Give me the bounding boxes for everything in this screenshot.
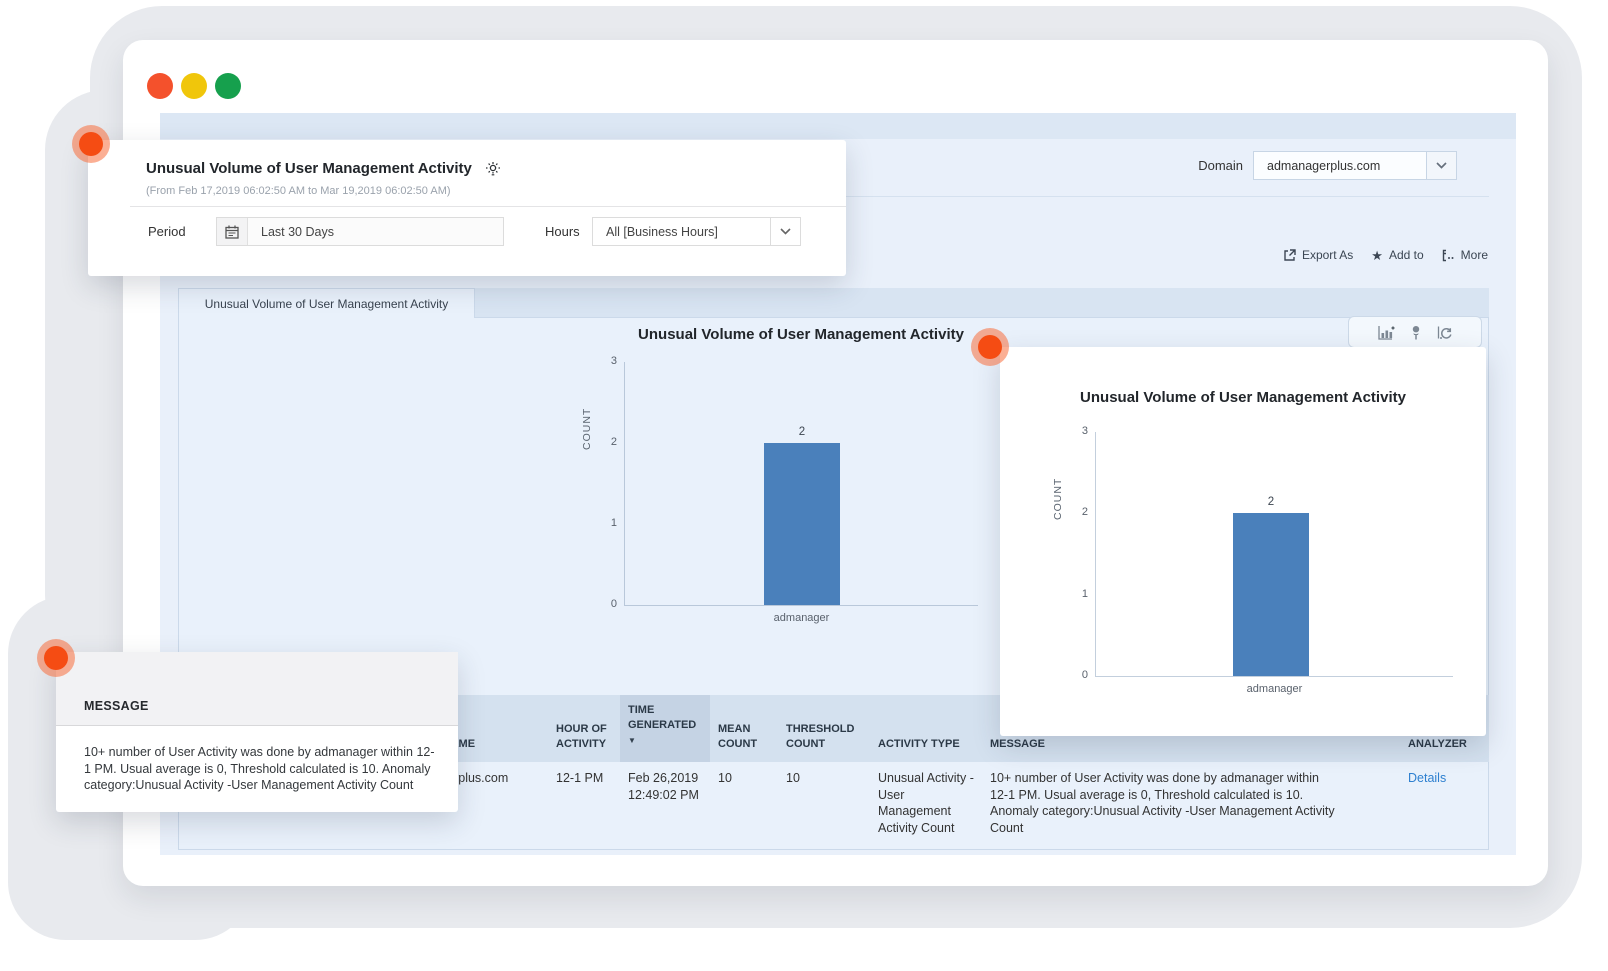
column-header-label: TIME GENERATED: [628, 703, 710, 733]
report-date-range: (From Feb 17,2019 06:02:50 AM to Mar 19,…: [146, 185, 451, 197]
bar-admanager[interactable]: 2: [1233, 513, 1309, 676]
pin-icon[interactable]: [1410, 325, 1422, 340]
export-as-button[interactable]: Export As: [1283, 248, 1353, 262]
tab-unusual-volume[interactable]: Unusual Volume of User Management Activi…: [178, 288, 475, 318]
column-header-mean-count[interactable]: MEAN COUNT: [718, 695, 780, 762]
add-chart-icon[interactable]: [1378, 325, 1395, 340]
add-to-button[interactable]: ★ Add to: [1371, 248, 1423, 262]
bar-admanager[interactable]: 2: [764, 443, 840, 605]
column-header-time-generated[interactable]: TIME GENERATED ▼: [620, 695, 710, 762]
y-tick: 3: [1068, 425, 1088, 437]
sort-desc-icon: ▼: [628, 736, 636, 747]
domain-label: Domain: [1150, 158, 1243, 173]
message-card-header: MESSAGE: [56, 652, 458, 726]
y-tick: 1: [597, 517, 617, 529]
column-header-activity-type[interactable]: ACTIVITY TYPE: [878, 695, 988, 762]
y-tick: 2: [597, 436, 617, 448]
period-label: Period: [148, 224, 186, 239]
column-header-threshold-count[interactable]: THRESHOLD COUNT: [786, 695, 868, 762]
more-button[interactable]: More: [1442, 248, 1488, 262]
message-card-body: 10+ number of User Activity was done by …: [84, 744, 436, 794]
y-axis-label: COUNT: [1050, 430, 1066, 520]
period-input[interactable]: Last 30 Days: [216, 217, 504, 246]
chart-title: Unusual Volume of User Management Activi…: [591, 326, 1011, 343]
window-zoom-button[interactable]: [215, 73, 241, 99]
callout-dot: [971, 328, 1009, 366]
chevron-down-icon: [1426, 152, 1456, 179]
card-divider: [130, 206, 846, 207]
chart-title: Unusual Volume of User Management Activi…: [1000, 389, 1486, 406]
cell-activity-type: Unusual Activity -User Management Activi…: [878, 770, 974, 836]
period-value: Last 30 Days: [248, 225, 334, 239]
y-tick: 0: [1068, 669, 1088, 681]
star-icon: ★: [1371, 249, 1383, 262]
more-label: More: [1461, 248, 1488, 262]
domain-select-value: admanagerplus.com: [1254, 159, 1426, 173]
details-link[interactable]: Details: [1408, 770, 1478, 787]
hours-select[interactable]: All [Business Hours]: [592, 217, 801, 246]
bar-value-label: 2: [1233, 496, 1309, 508]
chart-toolbar: [1348, 316, 1482, 348]
export-as-label: Export As: [1302, 248, 1353, 262]
chart-zoom-callout-card: Unusual Volume of User Management Activi…: [1000, 347, 1486, 736]
message-callout-card: MESSAGE 10+ number of User Activity was …: [56, 652, 458, 812]
hours-value: All [Business Hours]: [593, 225, 718, 239]
bar-chart-main: COUNT 3 2 1 0 2 admanager: [624, 362, 978, 606]
y-tick: 2: [1068, 506, 1088, 518]
marketing-screenshot: Domain admanagerplus.com Export As ★ Add…: [0, 0, 1608, 971]
refresh-icon[interactable]: [1437, 325, 1452, 340]
report-header-band: [160, 113, 1516, 139]
more-icon: [1442, 249, 1455, 262]
export-icon: [1283, 249, 1296, 262]
window-close-button[interactable]: [147, 73, 173, 99]
y-tick: 0: [597, 598, 617, 610]
x-category-label: admanager: [625, 612, 978, 624]
tab-label: Unusual Volume of User Management Activi…: [205, 297, 448, 311]
add-to-label: Add to: [1389, 248, 1424, 262]
callout-dot: [72, 125, 110, 163]
hours-label: Hours: [545, 224, 580, 239]
calendar-icon: [217, 218, 248, 245]
x-category-label: admanager: [1096, 683, 1453, 695]
report-actions: Export As ★ Add to More: [1210, 246, 1488, 264]
cell-threshold-count: 10: [786, 770, 856, 787]
callout-dot: [37, 639, 75, 677]
cell-mean-count: 10: [718, 770, 768, 787]
insight-bulb-icon: [485, 161, 501, 177]
cell-hour-of-activity: 12-1 PM: [556, 770, 616, 787]
bar-chart-zoom: COUNT 3 2 1 0 2 admanager: [1095, 432, 1453, 677]
domain-select[interactable]: admanagerplus.com: [1253, 151, 1457, 180]
filter-callout-card: Unusual Volume of User Management Activi…: [88, 140, 846, 276]
y-axis-label: COUNT: [579, 360, 595, 450]
cell-message: 10+ number of User Activity was done by …: [990, 770, 1338, 836]
column-header-hour-of-activity[interactable]: HOUR OF ACTIVITY: [556, 695, 614, 762]
y-tick: 1: [1068, 588, 1088, 600]
report-title: Unusual Volume of User Management Activi…: [146, 160, 472, 177]
window-minimize-button[interactable]: [181, 73, 207, 99]
chevron-down-icon: [770, 218, 800, 245]
bar-value-label: 2: [764, 426, 840, 438]
y-tick: 3: [597, 355, 617, 367]
cell-time-generated: Feb 26,2019 12:49:02 PM: [628, 770, 718, 803]
